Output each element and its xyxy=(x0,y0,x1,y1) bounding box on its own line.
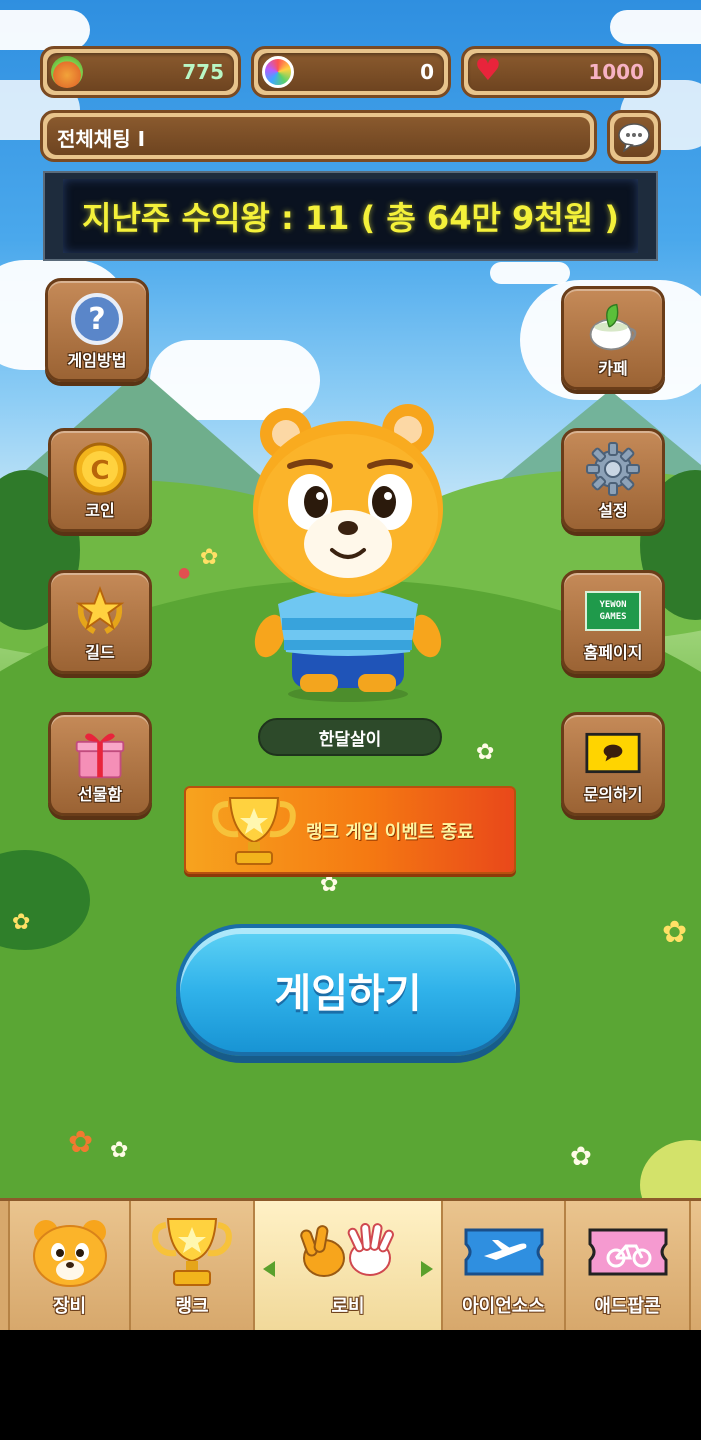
flower: ✿ xyxy=(476,740,495,765)
bear-face-icon xyxy=(28,1213,112,1291)
bottom-nav: 장비 랭크 로비 아이언소스 애드팝콘 xyxy=(0,1198,701,1330)
cloud xyxy=(0,10,90,50)
chat-bar[interactable]: 전체채팅 I xyxy=(40,110,597,162)
flower: ✿ xyxy=(110,1138,129,1163)
gem-counter[interactable]: 0 xyxy=(251,46,451,98)
yewon-logo-text: YEWON GAMES xyxy=(599,600,627,622)
gear-icon xyxy=(585,441,641,497)
nav-item-ironsource[interactable]: 아이언소스 xyxy=(443,1201,566,1330)
character-name-tag: 한달살이 xyxy=(258,718,442,756)
nav-item-lobby[interactable]: 로비 xyxy=(255,1201,443,1330)
cloud xyxy=(490,262,570,284)
play-game-button[interactable]: 게임하기 xyxy=(176,924,520,1056)
heart-counter[interactable]: ♥ 1000 xyxy=(461,46,661,98)
how-to-play-button[interactable]: ? 게임방법 xyxy=(45,278,149,382)
how-to-play-label: 게임방법 xyxy=(67,351,127,370)
chat-button[interactable] xyxy=(607,110,661,164)
plane-ticket-icon xyxy=(462,1213,546,1291)
nav-equipment[interactable] xyxy=(0,1201,10,1330)
gift-box-button[interactable]: 선물함 xyxy=(48,712,152,816)
svg-text:C: C xyxy=(90,456,109,486)
play-game-label: 게임하기 xyxy=(274,971,422,1017)
guild-label: 길드 xyxy=(85,643,115,662)
food-counter[interactable]: 775 xyxy=(40,46,241,98)
chevron-right-icon[interactable] xyxy=(421,1261,433,1277)
rank-event-text: 랭크 게임 이벤트 종료 xyxy=(306,822,474,843)
bear-character[interactable] xyxy=(248,404,448,704)
flower: ✿ xyxy=(570,1142,592,1172)
flower: ✿ xyxy=(200,545,219,570)
help-icon: ? xyxy=(69,291,125,347)
flower: ✿ xyxy=(12,910,31,935)
nav-label-adpopcorn: 애드팝콘 xyxy=(594,1296,661,1317)
trophy-icon xyxy=(150,1213,234,1291)
nav-label-lobby: 로비 xyxy=(331,1296,365,1317)
nav-label-equipment: 장비 xyxy=(52,1296,87,1317)
cloud xyxy=(610,10,701,44)
yewon-games-logo: YEWON GAMES xyxy=(585,583,641,639)
ticker-board: 지난주 수익왕 : 11 ( 총 64만 9천원 ) xyxy=(43,171,658,261)
food-value: 775 xyxy=(182,60,224,84)
chat-bubble-icon xyxy=(618,123,650,152)
chevron-left-icon[interactable] xyxy=(263,1261,275,1277)
cafe-label: 카페 xyxy=(598,359,628,378)
nav-item-rank[interactable]: 랭크 xyxy=(131,1201,255,1330)
nav-item-equipment[interactable]: 장비 xyxy=(10,1201,131,1330)
coin-label: 코인 xyxy=(85,501,115,520)
coin-button[interactable]: C 코인 xyxy=(48,428,152,532)
homepage-button[interactable]: YEWON GAMES 홈페이지 xyxy=(561,570,665,674)
flower: ✿ xyxy=(320,872,339,897)
gem-value: 0 xyxy=(420,60,434,84)
bicycle-ticket-icon xyxy=(586,1213,670,1291)
cafe-cup-icon xyxy=(585,299,641,355)
hand-sign-icon xyxy=(293,1213,403,1291)
ticker-text: 지난주 수익왕 : 11 ( 총 64만 9천원 ) xyxy=(82,199,619,237)
flower: ✿ xyxy=(662,915,688,950)
chat-text: 전체채팅 I xyxy=(47,117,590,155)
heart-value: 1000 xyxy=(588,60,644,84)
speech-bubble-icon xyxy=(585,725,641,781)
food-bowl-icon xyxy=(51,56,83,88)
settings-label: 설정 xyxy=(598,501,628,520)
guild-button[interactable]: 길드 xyxy=(48,570,152,674)
nav-label-rank: 랭크 xyxy=(175,1296,209,1317)
heart-icon: ♥ xyxy=(474,53,502,88)
nav-label-ironsource: 아이언소스 xyxy=(462,1296,545,1317)
svg-text:?: ? xyxy=(88,302,105,337)
gift-box-label: 선물함 xyxy=(77,785,123,804)
cafe-button[interactable]: 카페 xyxy=(561,286,665,390)
rainbow-gem-icon xyxy=(262,56,294,88)
trophy-icon xyxy=(212,797,296,865)
nav-item-adpopcorn[interactable]: 애드팝콘 xyxy=(566,1201,691,1330)
game-screen: ✿ ● ✿ ✿ ✿ ✿ ✿ ✿ ✿ 775 0 ♥ 1000 전체채팅 I 지난… xyxy=(0,0,701,1330)
settings-button[interactable]: 설정 xyxy=(561,428,665,532)
flower: ✿ xyxy=(68,1125,94,1160)
inquiry-label: 문의하기 xyxy=(583,785,643,804)
guild-star-icon xyxy=(72,583,128,639)
gift-box-icon xyxy=(72,725,128,781)
homepage-label: 홈페이지 xyxy=(583,643,643,662)
nav-overflow[interactable] xyxy=(691,1201,701,1330)
coin-icon: C xyxy=(72,441,128,497)
flower: ● xyxy=(178,565,191,581)
rank-event-banner[interactable]: 랭크 게임 이벤트 종료 xyxy=(184,786,516,874)
inquiry-button[interactable]: 문의하기 xyxy=(561,712,665,816)
